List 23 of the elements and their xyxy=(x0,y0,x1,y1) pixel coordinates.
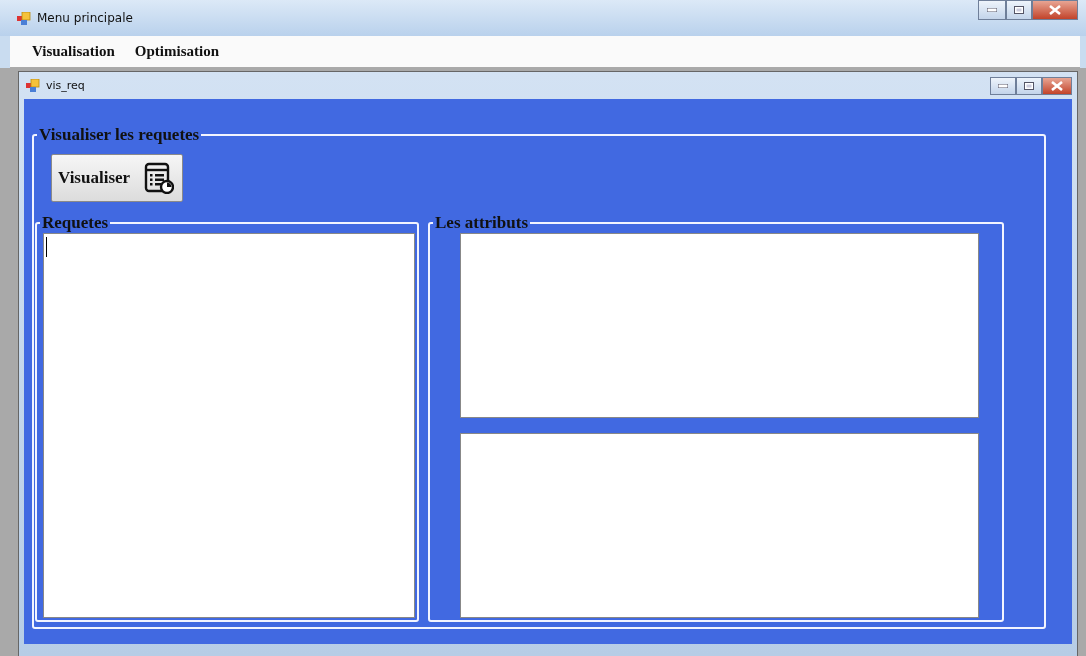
close-icon xyxy=(1051,80,1063,91)
maximize-icon xyxy=(1014,6,1024,14)
maximize-icon xyxy=(1024,81,1034,90)
app-icon xyxy=(26,79,40,92)
close-button[interactable] xyxy=(1042,76,1072,95)
menu-item[interactable]: Optimisation xyxy=(134,43,219,60)
window-title: vis_req xyxy=(46,79,85,92)
maximize-button[interactable] xyxy=(1016,76,1042,95)
minimize-icon xyxy=(987,8,997,12)
minimize-button[interactable] xyxy=(990,76,1016,95)
menu-item[interactable]: Visualisation xyxy=(32,43,115,60)
app-icon xyxy=(17,11,31,25)
group-title: Requetes xyxy=(41,214,110,232)
window-title: Menu principale xyxy=(37,11,133,25)
report-icon xyxy=(144,162,175,194)
minimize-icon xyxy=(998,83,1008,88)
close-icon xyxy=(1049,5,1061,15)
close-button[interactable] xyxy=(1032,0,1078,20)
group-title: Les attributs xyxy=(434,214,530,232)
maximize-button[interactable] xyxy=(1006,0,1032,20)
visualiser-button[interactable]: Visualiser xyxy=(51,154,183,202)
group-title: Visualiser les requetes xyxy=(38,126,201,144)
minimize-button[interactable] xyxy=(978,0,1006,20)
